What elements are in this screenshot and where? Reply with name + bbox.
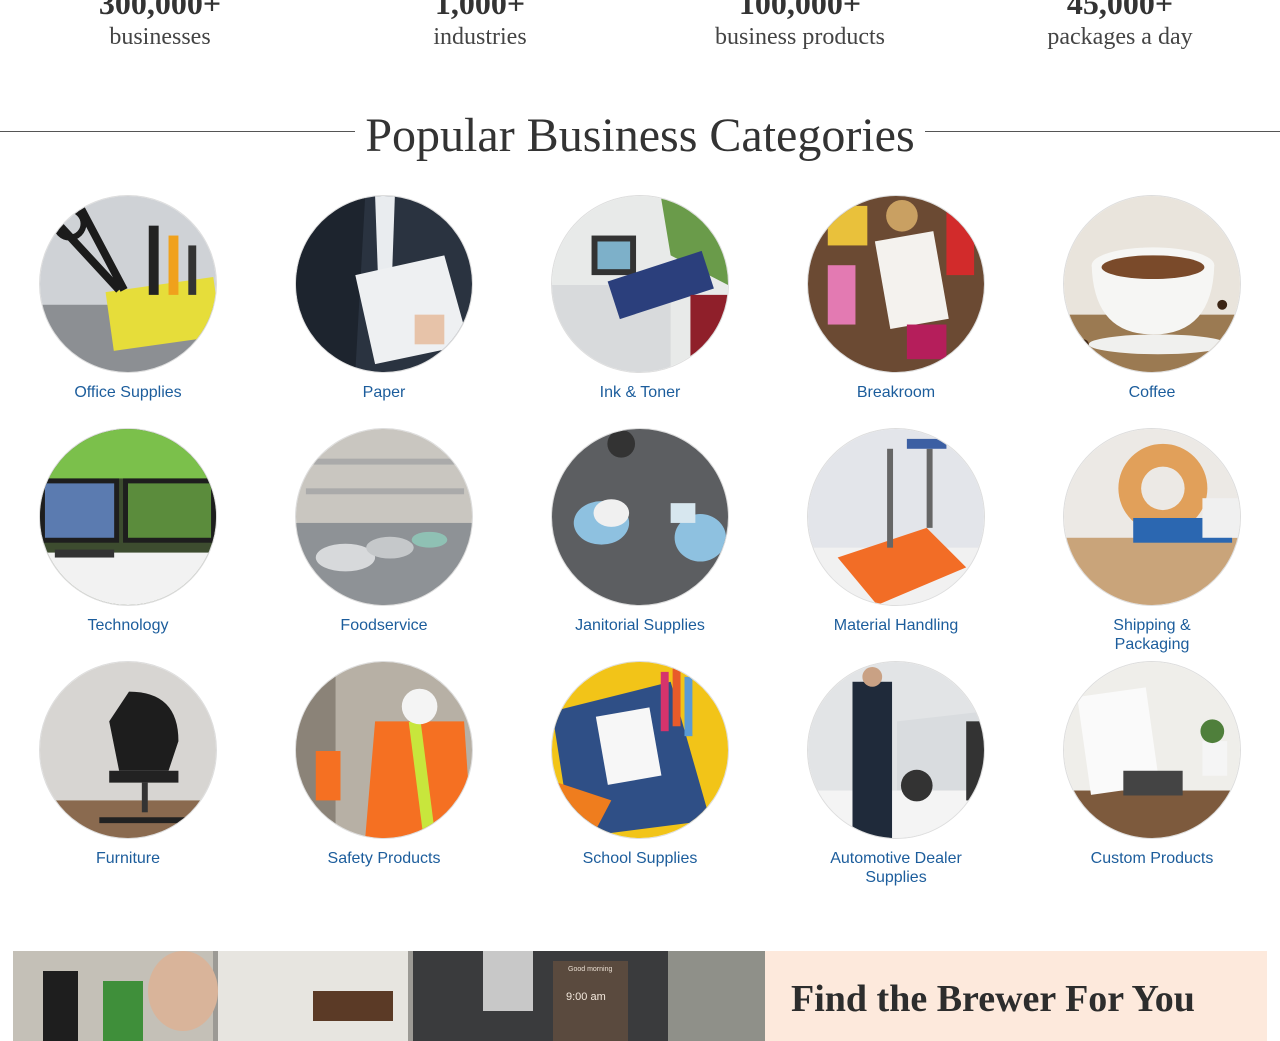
coffee-image [1063,195,1241,373]
stats-strip: 300,000+ businesses 1,000+ industries 10… [0,0,1280,66]
janitorial-supplies-image [551,428,729,606]
promo-photo: Good morning 9:00 am [13,951,765,1041]
stat-number: 45,000+ [1066,0,1174,21]
category-label: Breakroom [856,384,936,401]
automotive-dealer-supplies-image [807,661,985,839]
category-label: Safety Products [327,850,441,867]
category-paper[interactable]: Paper [256,195,512,402]
category-shipping-packaging[interactable]: Shipping & Packaging [1024,428,1280,654]
category-janitorial-supplies[interactable]: Janitorial Supplies [512,428,768,635]
stat-label: packages a day [1047,24,1193,50]
paper-image [295,195,473,373]
category-technology[interactable]: Technology [0,428,256,635]
category-label: School Supplies [582,850,698,867]
category-label: Technology [87,617,169,634]
shipping-packaging-image [1063,428,1241,606]
stat-label: industries [433,24,527,50]
section-heading: Popular Business Categories [0,109,1280,166]
category-label: Janitorial Supplies [575,617,705,634]
furniture-image [39,661,217,839]
stat-packages: 45,000+ packages a day [970,0,1270,52]
category-foodservice[interactable]: Foodservice [256,428,512,635]
safety-products-image [295,661,473,839]
category-label: Custom Products [1090,850,1214,867]
stat-number: 1,000+ [434,0,526,21]
category-label: Furniture [95,850,161,867]
category-safety-products[interactable]: Safety Products [256,661,512,868]
ink-toner-image [551,195,729,373]
stat-businesses: 300,000+ businesses [10,0,310,52]
stat-industries: 1,000+ industries [330,0,630,52]
custom-products-image [1063,661,1241,839]
category-label: Office Supplies [74,384,182,401]
category-coffee[interactable]: Coffee [1024,195,1280,402]
category-label: Coffee [1128,384,1176,401]
category-office-supplies[interactable]: Office Supplies [0,195,256,402]
category-label: Foodservice [340,617,428,634]
brewer-screen-caption: Good morning [568,966,613,973]
office-supplies-image [39,195,217,373]
section-title: Popular Business Categories [365,109,915,162]
brewer-screen-time: 9:00 am [566,991,606,1003]
promo-text-panel: Find the Brewer For You [765,951,1267,1041]
category-furniture[interactable]: Furniture [0,661,256,868]
category-label: Ink & Toner [599,384,681,401]
stat-business-products: 100,000+ business products [650,0,950,52]
brewer-promo-banner[interactable]: Good morning 9:00 am Find the Brewer For… [13,951,1267,1041]
school-supplies-image [551,661,729,839]
category-breakroom[interactable]: Breakroom [768,195,1024,402]
stat-label: business products [715,24,885,50]
stat-number: 100,000+ [738,0,862,21]
divider-right [925,131,1280,132]
category-custom-products[interactable]: Custom Products [1024,661,1280,868]
breakroom-image [807,195,985,373]
category-label: Material Handling [833,617,959,634]
technology-image [39,428,217,606]
stat-label: businesses [109,24,211,50]
category-label: Automotive Dealer Supplies [830,850,962,886]
material-handling-image [807,428,985,606]
category-material-handling[interactable]: Material Handling [768,428,1024,635]
category-label: Shipping & Packaging [1113,617,1191,653]
foodservice-image [295,428,473,606]
category-school-supplies[interactable]: School Supplies [512,661,768,868]
category-label: Paper [362,384,406,401]
stat-number: 300,000+ [98,0,222,21]
category-ink-toner[interactable]: Ink & Toner [512,195,768,402]
promo-title: Find the Brewer For You [791,978,1195,1020]
category-automotive-dealer-supplies[interactable]: Automotive Dealer Supplies [768,661,1024,887]
